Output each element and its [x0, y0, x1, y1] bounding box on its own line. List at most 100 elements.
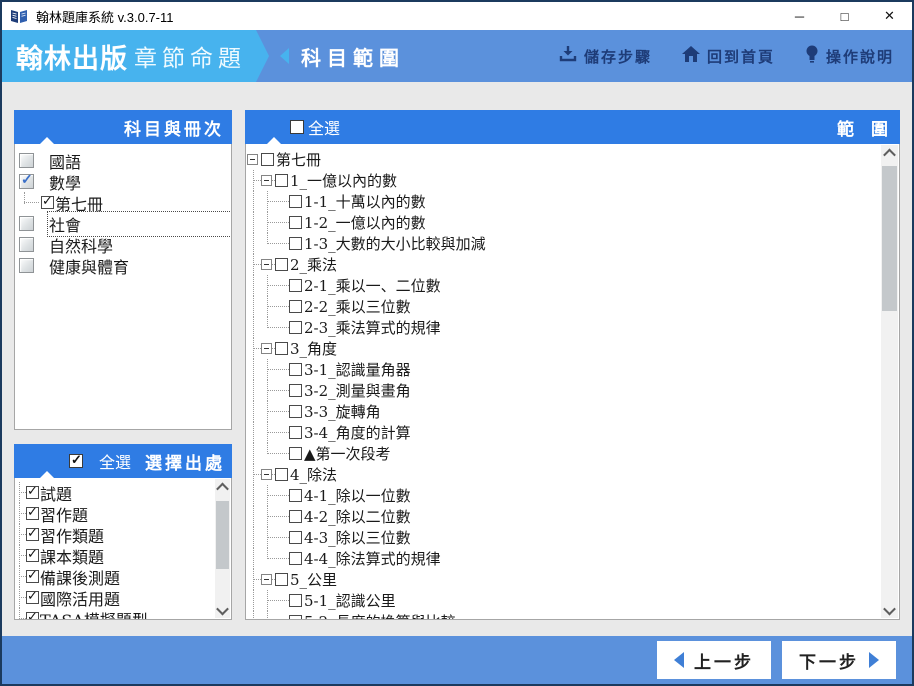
tree-label[interactable]: 3-2_測量與畫角 [304, 380, 411, 401]
source-label[interactable]: TASA模擬題型 [40, 607, 148, 620]
source-row: 備課後測題 [15, 566, 231, 588]
maximize-button[interactable]: □ [822, 2, 867, 30]
tree-label[interactable]: 1-2_一億以內的數 [304, 212, 426, 233]
tree-label[interactable]: 5-2_長度的換算與比較 [304, 611, 456, 619]
source-row: 習作題 [15, 503, 231, 525]
tree-label[interactable]: ▲第一次段考 [304, 443, 391, 464]
tree-guide [267, 306, 289, 308]
collapse-toggle-icon[interactable] [261, 259, 272, 270]
tree-label[interactable]: 5-1_認識公里 [304, 590, 396, 611]
header-action-1[interactable]: 儲存步驟 [559, 45, 652, 67]
footer-bar: 上一步 下一步 [2, 636, 912, 684]
select-all-scope-checkbox[interactable] [290, 120, 304, 134]
scroll-up-icon[interactable] [881, 145, 898, 161]
tree-checkbox[interactable] [289, 279, 302, 292]
tree-checkbox[interactable] [289, 489, 302, 502]
volume-checkbox[interactable] [41, 193, 54, 209]
chevron-left-icon [280, 48, 289, 64]
tree-checkbox[interactable] [289, 405, 302, 418]
source-checkbox[interactable] [26, 588, 39, 604]
notch-icon [267, 137, 281, 144]
tree-checkbox[interactable] [261, 153, 274, 166]
select-all-sources-checkbox[interactable] [68, 452, 83, 468]
tree-checkbox[interactable] [275, 468, 288, 481]
close-button[interactable]: ✕ [867, 2, 912, 30]
app-window: 翰林題庫系統 v.3.0.7-11 ─ □ ✕ 翰林出版 章節命題 科目範圍 儲… [0, 0, 914, 686]
tree-label[interactable]: 2-2_乘以三位數 [304, 296, 411, 317]
tree-checkbox[interactable] [289, 300, 302, 313]
scrollbar-thumb[interactable] [882, 166, 897, 311]
collapse-toggle-icon[interactable] [261, 343, 272, 354]
tree-checkbox[interactable] [289, 552, 302, 565]
tree-label[interactable]: 1-1_十萬以內的數 [304, 191, 426, 212]
scroll-down-icon[interactable] [215, 602, 230, 618]
tree-checkbox[interactable] [275, 174, 288, 187]
tree-label[interactable]: 2-3_乘法算式的規律 [304, 317, 441, 338]
header-action-3[interactable]: 操作說明 [805, 45, 894, 68]
tree-label[interactable]: 4_除法 [290, 464, 337, 485]
source-checkbox[interactable] [26, 546, 39, 562]
scroll-down-icon[interactable] [881, 602, 898, 618]
tree-checkbox[interactable] [289, 363, 302, 376]
tree-checkbox[interactable] [289, 195, 302, 208]
tree-label[interactable]: 3_角度 [290, 338, 337, 359]
subject-checkbox[interactable] [19, 216, 34, 231]
tree-checkbox[interactable] [289, 426, 302, 439]
tree-checkbox[interactable] [275, 342, 288, 355]
tree-guide [253, 212, 255, 233]
source-checkbox[interactable] [26, 525, 39, 541]
tree-row: 5-2_長度的換算與比較 [246, 611, 899, 619]
select-all-sources-label[interactable]: 全選 [99, 449, 131, 473]
tree-label[interactable]: 1_一億以內的數 [290, 170, 397, 191]
tree-label[interactable]: 3-4_角度的計算 [304, 422, 411, 443]
header-action-2[interactable]: 回到首頁 [681, 45, 775, 67]
subject-checkbox[interactable] [19, 237, 34, 252]
subject-checkbox[interactable] [19, 258, 34, 273]
tree-checkbox[interactable] [275, 258, 288, 271]
select-all-scope-label[interactable]: 全選 [308, 115, 340, 139]
tree-checkbox[interactable] [289, 615, 302, 619]
collapse-toggle-icon[interactable] [261, 574, 272, 585]
tree-label[interactable]: 2-1_乘以一、二位數 [304, 275, 441, 296]
tree-checkbox[interactable] [289, 321, 302, 334]
tree-label[interactable]: 4-2_除以二位數 [304, 506, 411, 527]
tree-label[interactable]: 1-3_大數的大小比較與加減 [304, 233, 486, 254]
collapse-toggle-icon[interactable] [261, 175, 272, 186]
tree-checkbox[interactable] [289, 531, 302, 544]
scope-scrollbar[interactable] [881, 145, 898, 618]
subject-checkbox[interactable] [19, 153, 34, 168]
tree-checkbox[interactable] [289, 237, 302, 250]
tree-checkbox[interactable] [289, 216, 302, 229]
subject-label[interactable]: 健康與體育 [48, 254, 231, 278]
source-checkbox[interactable] [26, 567, 39, 583]
scope-tree: 第七冊 1_一億以內的數 1-1_十萬以內的數 1-2_一億以內的數 1-3_大數的大小… [245, 144, 900, 620]
tree-label[interactable]: 2_乘法 [290, 254, 337, 275]
subject-checkbox[interactable] [19, 171, 34, 189]
tree-label[interactable]: 5_公里 [290, 569, 337, 590]
scroll-up-icon[interactable] [215, 479, 230, 495]
tree-checkbox[interactable] [289, 594, 302, 607]
source-checkbox[interactable] [26, 609, 39, 619]
prev-step-button[interactable]: 上一步 [657, 641, 771, 679]
tree-label[interactable]: 4-4_除法算式的規律 [304, 548, 441, 569]
minimize-button[interactable]: ─ [777, 2, 822, 30]
sources-scrollbar[interactable] [215, 479, 230, 618]
source-checkbox[interactable] [26, 504, 39, 520]
tree-label[interactable]: 第七冊 [276, 149, 321, 170]
tree-checkbox[interactable] [275, 573, 288, 586]
tree-label[interactable]: 3-1_認識量角器 [304, 359, 411, 380]
tree-checkbox[interactable] [289, 384, 302, 397]
next-step-button[interactable]: 下一步 [782, 641, 896, 679]
collapse-toggle-icon[interactable] [261, 469, 272, 480]
tree-checkbox[interactable] [289, 510, 302, 523]
arrow-left-icon [674, 652, 684, 668]
tree-row: 1-1_十萬以內的數 [246, 191, 899, 212]
tree-label[interactable]: 4-1_除以一位數 [304, 485, 411, 506]
tree-checkbox[interactable] [289, 447, 302, 460]
collapse-toggle-icon[interactable] [247, 154, 258, 165]
source-checkbox[interactable] [26, 483, 39, 499]
tree-label[interactable]: 3-3_旋轉角 [304, 401, 381, 422]
source-row: TASA模擬題型 [15, 607, 231, 620]
scrollbar-thumb[interactable] [216, 501, 229, 569]
tree-label[interactable]: 4-3_除以三位數 [304, 527, 411, 548]
